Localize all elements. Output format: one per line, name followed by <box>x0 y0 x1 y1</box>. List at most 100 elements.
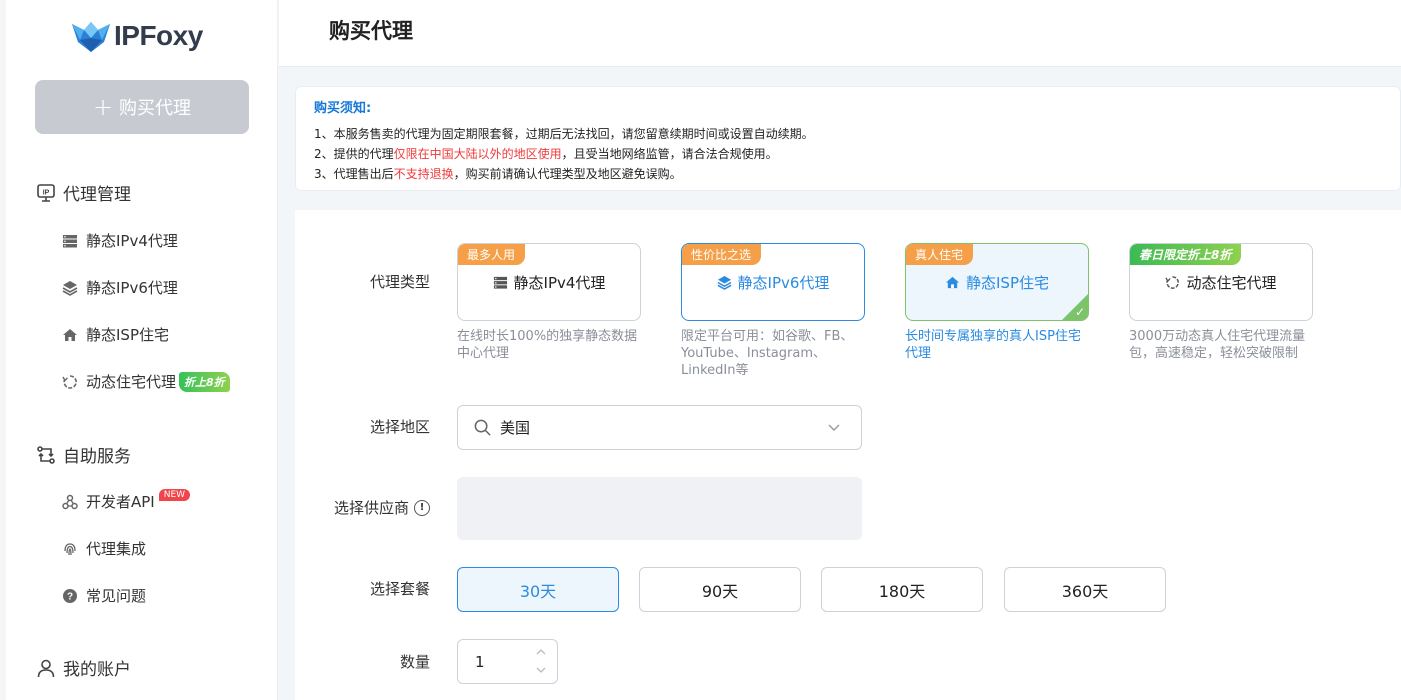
type-name: 静态IPv4代理 <box>513 274 606 292</box>
type-description: 3000万动态真人住宅代理流量包，高速稳定，轻松突破限制 <box>1129 329 1306 361</box>
user-icon <box>37 659 55 677</box>
type-tag: 真人住宅 <box>906 244 974 265</box>
plan-option-180[interactable]: 180天 <box>821 567 983 612</box>
server-icon <box>63 234 77 247</box>
notice-text: 3、代理售出后 <box>314 167 394 181</box>
self-service-icon <box>37 445 55 464</box>
brand-name: IPFoxy <box>114 20 203 51</box>
quantity-value: 1 <box>475 652 485 671</box>
buy-proxy-button[interactable]: + 购买代理 <box>35 80 249 134</box>
notice-text: 2、提供的代理 <box>314 147 394 161</box>
check-icon: ✓ <box>1074 305 1085 319</box>
api-icon <box>62 494 78 509</box>
nav-group-label: 我的账户 <box>63 660 131 680</box>
nav-group-label: 自助服务 <box>63 447 131 467</box>
plan-option-360[interactable]: 360天 <box>1004 567 1166 612</box>
svg-text:IP: IP <box>43 189 50 196</box>
chevron-down-icon <box>828 424 840 431</box>
type-description: 在线时长100%的独享静态数据中心代理 <box>457 329 638 361</box>
sidebar-item-label: 代理集成 <box>86 540 147 558</box>
type-name: 静态IPv6代理 <box>737 274 830 292</box>
plan-label: 选择套餐 <box>369 580 430 598</box>
region-label: 选择地区 <box>369 418 430 436</box>
sidebar-item-label: 静态IPv6代理 <box>86 279 178 297</box>
nav-group-label: 代理管理 <box>63 185 131 205</box>
search-icon <box>474 419 491 436</box>
sidebar-item-label: 动态住宅代理 <box>86 373 177 391</box>
rotate-icon <box>62 374 77 389</box>
type-name-row: 静态ISP住宅 <box>906 272 1088 293</box>
fox-logo-icon <box>72 22 110 52</box>
sidebar-item-static-isp[interactable]: 静态ISP住宅 <box>62 324 169 345</box>
sidebar: IPFoxy + 购买代理 IP 代理管理 静态IPv4代理 静态IPv6代理 <box>0 0 278 700</box>
type-tag: 性价比之选 <box>682 244 762 265</box>
sidebar-item-label: 静态ISP住宅 <box>86 326 169 344</box>
purchase-form: 代理类型 最多人用 静态IPv4代理 在线时长100%的独享静态数据中心代理 性… <box>295 210 1401 700</box>
rotate-icon <box>1165 276 1180 289</box>
layers-icon <box>62 280 78 296</box>
type-tag: 最多人用 <box>458 244 526 265</box>
proxy-type-label: 代理类型 <box>369 273 430 291</box>
ip-monitor-icon: IP <box>37 183 55 202</box>
sidebar-item-label: 常见问题 <box>86 587 147 605</box>
region-select[interactable]: 美国 <box>457 405 862 450</box>
sidebar-item-label: 静态IPv4代理 <box>86 232 178 250</box>
provider-label-text: 选择供应商 <box>333 499 409 517</box>
type-name: 动态住宅代理 <box>1186 274 1277 292</box>
home-icon <box>945 276 960 289</box>
info-icon[interactable]: ! <box>414 499 430 516</box>
notice-title: 购买须知: <box>314 101 372 116</box>
svg-text:?: ? <box>67 591 73 602</box>
nav-group-self-service[interactable]: 自助服务 <box>36 442 131 467</box>
sidebar-item-faq[interactable]: ? 常见问题 <box>62 585 146 606</box>
type-tag: 春日限定折上8折 <box>1130 244 1242 265</box>
proxy-type-card-ipv4[interactable]: 最多人用 静态IPv4代理 <box>457 243 641 321</box>
page-title: 购买代理 <box>329 19 413 43</box>
plan-option-90[interactable]: 90天 <box>639 567 801 612</box>
sidebar-item-dynamic-residential[interactable]: 动态住宅代理 折上8折 <box>62 371 230 392</box>
plus-icon: + <box>92 93 114 121</box>
purchase-notice: 购买须知: 1、本服务售卖的代理为固定期限套餐，过期后无法找回，请您留意续期时间… <box>295 86 1401 191</box>
sidebar-item-static-ipv6[interactable]: 静态IPv6代理 <box>62 277 178 298</box>
type-name-row: 静态IPv4代理 <box>458 272 640 293</box>
page-header: 购买代理 <box>279 0 1401 67</box>
layers-icon <box>717 275 731 290</box>
notice-line-2: 2、提供的代理仅限在中国大陆以外的地区使用，且受当地网络监管，请合法合规使用。 <box>314 144 1382 164</box>
sidebar-item-label: 开发者API <box>86 493 155 511</box>
sidebar-item-static-ipv4[interactable]: 静态IPv4代理 <box>62 230 178 251</box>
notice-text: ，且受当地网络监管，请合法合规使用。 <box>561 147 778 161</box>
stepper-arrows <box>535 646 547 676</box>
notice-text: ，购买前请确认代理类型及地区避免误购。 <box>453 167 682 181</box>
proxy-type-card-isp[interactable]: 真人住宅 静态ISP住宅 ✓ <box>905 243 1089 321</box>
type-name: 静态ISP住宅 <box>966 274 1049 292</box>
quantity-label: 数量 <box>399 653 430 671</box>
sidebar-edge <box>0 0 6 700</box>
nav-group-my-account[interactable]: 我的账户 <box>36 655 131 680</box>
home-icon <box>63 328 77 341</box>
type-description: 限定平台可用：如谷歌、FB、YouTube、Instagram、LinkedIn… <box>681 329 854 378</box>
notice-line-1: 1、本服务售卖的代理为固定期限套餐，过期后无法找回，请您留意续期时间或设置自动续… <box>314 127 814 141</box>
new-badge: NEW <box>158 488 191 501</box>
type-name-row: 动态住宅代理 <box>1130 272 1312 293</box>
fingerprint-icon <box>64 542 76 555</box>
notice-highlight: 不支持退换 <box>393 167 454 181</box>
provider-label: 选择供应商 ! <box>334 497 430 518</box>
notice-line-3: 3、代理售出后不支持退换，购买前请确认代理类型及地区避免误购。 <box>314 164 1382 184</box>
server-icon <box>493 276 507 289</box>
region-value: 美国 <box>500 419 531 437</box>
chevron-down-icon[interactable] <box>535 664 547 676</box>
quantity-stepper[interactable]: 1 <box>457 639 558 684</box>
proxy-type-card-ipv6[interactable]: 性价比之选 静态IPv6代理 <box>681 243 865 321</box>
logo[interactable]: IPFoxy <box>70 16 203 56</box>
plan-option-30[interactable]: 30天 <box>457 567 619 612</box>
sidebar-item-developer-api[interactable]: 开发者API NEW <box>62 488 191 512</box>
notice-highlight: 仅限在中国大陆以外的地区使用 <box>393 147 562 161</box>
type-name-row: 静态IPv6代理 <box>682 272 864 293</box>
discount-badge: 折上8折 <box>179 371 230 392</box>
provider-select[interactable] <box>457 477 862 540</box>
nav-group-proxy-management[interactable]: IP 代理管理 <box>36 180 131 205</box>
help-icon: ? <box>63 588 77 603</box>
sidebar-item-proxy-integration[interactable]: 代理集成 <box>62 538 146 559</box>
chevron-up-icon[interactable] <box>535 646 547 658</box>
proxy-type-card-dynamic[interactable]: 春日限定折上8折 动态住宅代理 <box>1129 243 1313 321</box>
